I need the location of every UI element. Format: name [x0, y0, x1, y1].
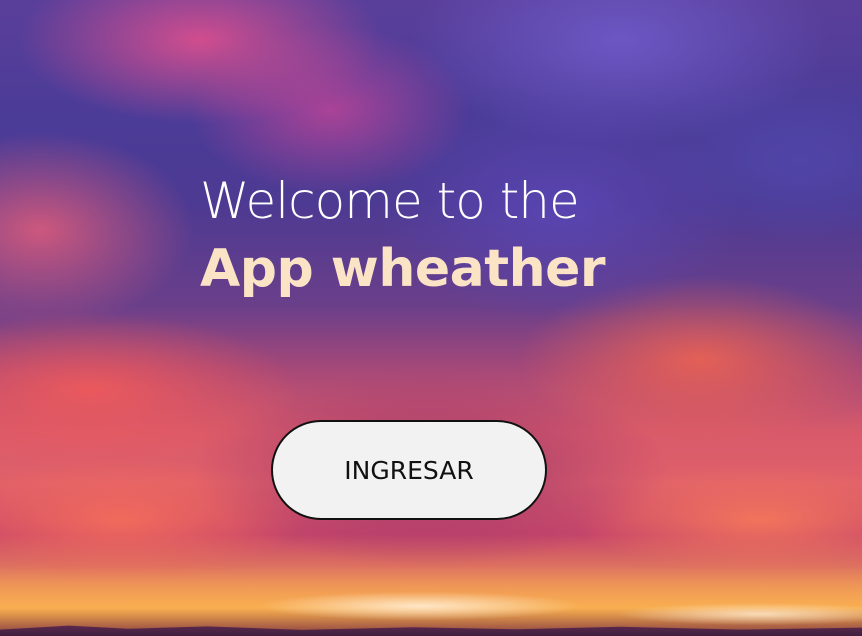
welcome-heading: Welcome to the App wheather	[200, 168, 660, 304]
sunset-background-image	[0, 0, 862, 636]
enter-button[interactable]: INGRESAR	[271, 420, 547, 520]
app-name-text: App wheather	[200, 239, 606, 299]
horizon-glow	[0, 566, 862, 636]
welcome-screen: Welcome to the App wheather INGRESAR	[0, 0, 862, 636]
welcome-text: Welcome to the	[200, 172, 580, 230]
